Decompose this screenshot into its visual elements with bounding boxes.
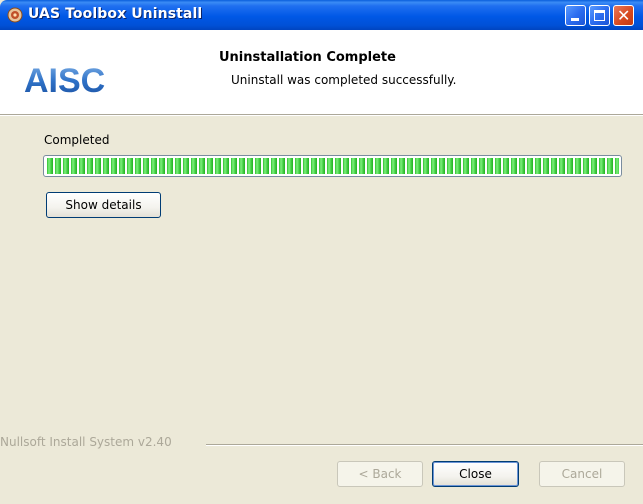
progress-fill	[46, 158, 619, 174]
progress-bar	[43, 155, 622, 177]
svg-text:AISC: AISC	[24, 62, 105, 100]
status-label: Completed	[44, 133, 110, 147]
cancel-button[interactable]: Cancel	[539, 461, 625, 487]
title-bar[interactable]: UAS Toolbox Uninstall ✕	[0, 0, 643, 30]
minimize-button[interactable]	[565, 5, 586, 26]
uninstall-dialog: UAS Toolbox Uninstall ✕ AISC Uninstallat…	[0, 0, 643, 504]
close-window-button[interactable]: ✕	[613, 5, 634, 26]
maximize-button[interactable]	[589, 5, 610, 26]
close-icon: ✕	[617, 6, 631, 25]
installer-icon	[7, 7, 23, 23]
window-title: UAS Toolbox Uninstall	[28, 6, 203, 22]
aisc-logo: AISC	[24, 62, 105, 100]
close-button[interactable]: Close	[432, 461, 519, 487]
minimize-icon	[571, 18, 579, 21]
back-button[interactable]: < Back	[337, 461, 423, 487]
header-title: Uninstallation Complete	[219, 50, 396, 65]
maximize-icon	[594, 10, 605, 21]
show-details-button[interactable]: Show details	[46, 192, 161, 218]
branding-text: Nullsoft Install System v2.40	[0, 435, 172, 449]
header-subtitle: Uninstall was completed successfully.	[231, 73, 457, 87]
